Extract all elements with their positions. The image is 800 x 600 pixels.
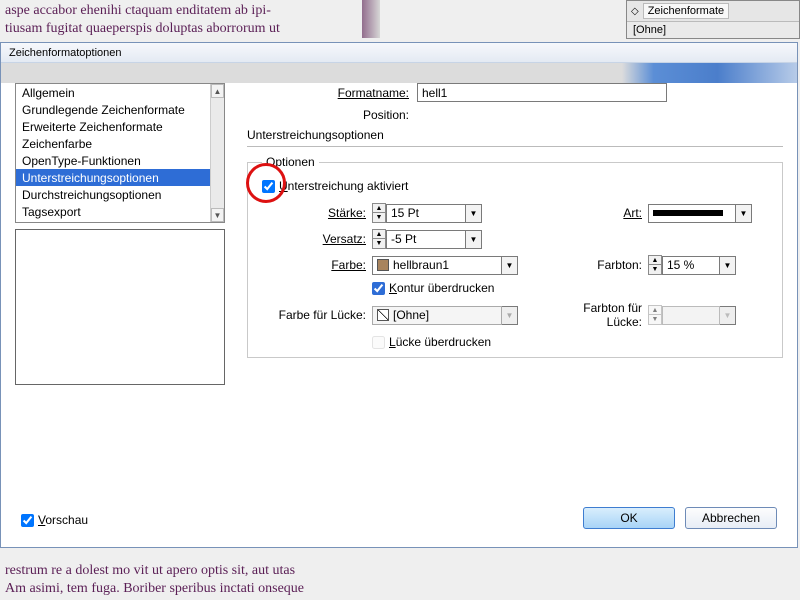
sidebar-item[interactable]: Durchstreichungsoptionen	[16, 186, 224, 203]
panel-tab-zeichenformate[interactable]: Zeichenformate	[643, 3, 729, 19]
doc-text-top: aspe accabor ehenihi ctaquam enditatem a…	[0, 0, 340, 40]
luecke-ueber-checkbox: Lücke überdrucken	[372, 335, 548, 349]
ok-button[interactable]: OK	[583, 507, 675, 529]
kontur-checkbox[interactable]: Kontur überdrucken	[372, 281, 548, 295]
chevron-down-icon[interactable]: ▼	[502, 256, 518, 275]
versatz-label: Versatz:	[262, 232, 372, 246]
chevron-down-icon[interactable]: ▼	[466, 204, 482, 223]
luecke-farbe-label: Farbe für Lücke:	[262, 308, 372, 322]
sidebar-item[interactable]: Unterstreichungsoptionen	[16, 169, 224, 186]
chevron-down-icon[interactable]: ▼	[736, 204, 752, 223]
panel-item-none[interactable]: [Ohne]	[627, 22, 799, 38]
sidebar: AllgemeinGrundlegende ZeichenformateErwe…	[15, 83, 225, 385]
staerke-stepper[interactable]: ▲▼ ▼	[372, 203, 532, 223]
farbton-label: Farbton:	[548, 258, 648, 272]
category-list[interactable]: AllgemeinGrundlegende ZeichenformateErwe…	[15, 83, 225, 223]
swatch-none-icon	[377, 309, 389, 321]
sidebar-item[interactable]: Allgemein	[16, 84, 224, 101]
fieldset-legend: Optionen	[262, 155, 319, 169]
activate-underline-checkbox[interactable]: Unterstreichung aktiviert	[262, 179, 768, 193]
chevron-down-icon: ▼	[502, 306, 518, 325]
chevron-down-icon[interactable]: ▼	[466, 230, 482, 249]
scroll-up-icon[interactable]: ▲	[211, 84, 224, 98]
text-frame-edge	[362, 0, 380, 38]
scroll-down-icon[interactable]: ▼	[211, 208, 224, 222]
dialog-title: Zeichenformatoptionen	[1, 43, 797, 63]
staerke-label: Stärke:	[262, 206, 372, 220]
farbe-label: Farbe:	[262, 258, 372, 272]
sidebar-item[interactable]: Zeichenfarbe	[16, 135, 224, 152]
luecke-tone-stepper: ▲▼ ▼	[648, 305, 768, 325]
cancel-button[interactable]: Abbrechen	[685, 507, 777, 529]
divider	[247, 146, 783, 147]
art-select[interactable]: ▼	[648, 204, 768, 223]
formatname-label: Formatname:	[307, 86, 417, 100]
versatz-stepper[interactable]: ▲▼ ▼	[372, 229, 532, 249]
sidebar-item[interactable]: Grundlegende Zeichenformate	[16, 101, 224, 118]
farbe-select[interactable]: hellbraun1 ▼	[372, 256, 532, 275]
options-fieldset: Optionen Unterstreichung aktiviert Stärk…	[247, 155, 783, 358]
vorschau-checkbox[interactable]: Vorschau	[21, 513, 88, 527]
formatname-input[interactable]	[417, 83, 667, 102]
doc-text-bottom: restrum re a dolest mo vit ut apero opti…	[0, 560, 480, 600]
char-styles-panel: ◇ Zeichenformate [Ohne]	[626, 0, 800, 39]
char-format-options-dialog: Zeichenformatoptionen AllgemeinGrundlege…	[0, 42, 798, 548]
position-label: Position:	[307, 108, 417, 122]
sidebar-item[interactable]: Erweiterte Zeichenformate	[16, 118, 224, 135]
diamond-icon: ◇	[631, 6, 639, 17]
luecke-farbe-select[interactable]: [Ohne] ▼	[372, 306, 532, 325]
stroke-sample	[653, 210, 723, 216]
art-label: Art:	[548, 206, 648, 220]
farbton-stepper[interactable]: ▲▼ ▼	[648, 255, 768, 275]
chevron-down-icon[interactable]: ▼	[720, 256, 736, 275]
luecke-tone-label: Farbton für Lücke:	[548, 301, 648, 329]
section-title: Unterstreichungsoptionen	[247, 128, 783, 142]
preview-area	[15, 229, 225, 385]
sidebar-item[interactable]: OpenType-Funktionen	[16, 152, 224, 169]
sidebar-item[interactable]: Tagsexport	[16, 203, 224, 220]
swatch-icon	[377, 259, 389, 271]
scrollbar[interactable]: ▲ ▼	[210, 84, 224, 222]
